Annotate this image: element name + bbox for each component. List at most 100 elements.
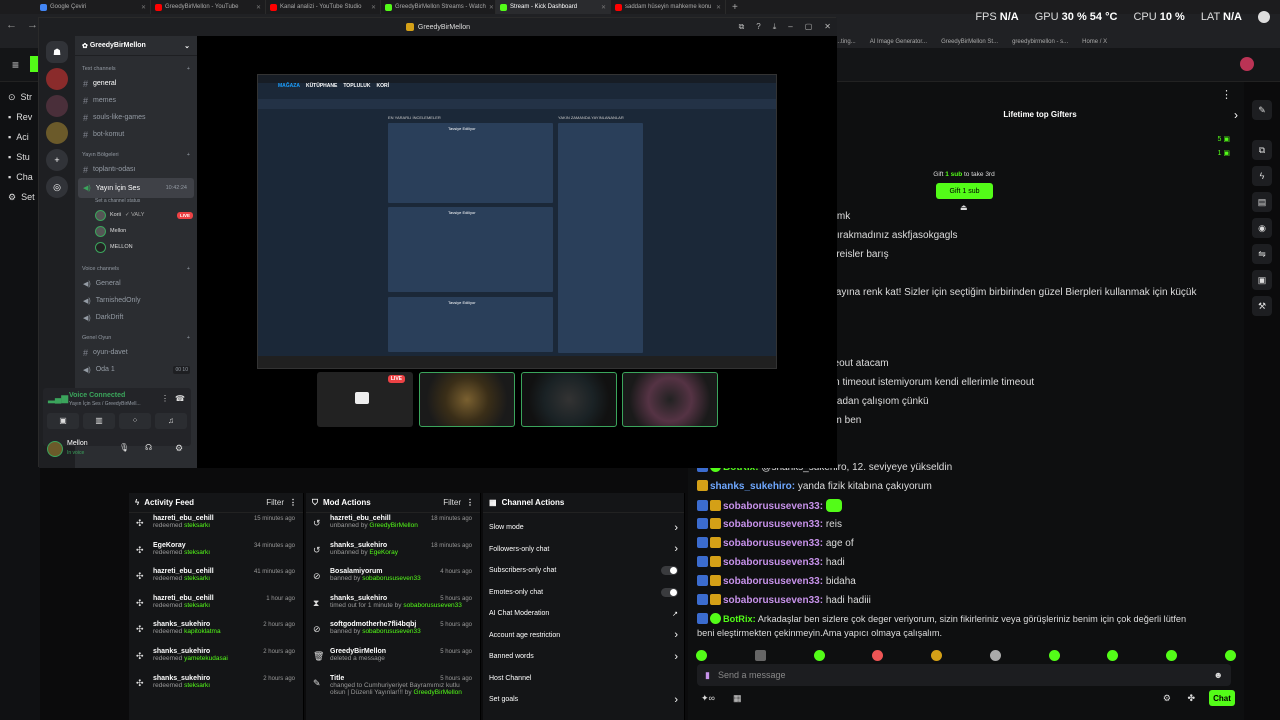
chat-username[interactable]: sobaborususeven33: (723, 595, 823, 606)
emote-icon[interactable] (872, 649, 884, 661)
chat-username[interactable]: sobaborususeven33: (723, 519, 823, 530)
mod-action-by[interactable]: sobaborususeven33 (362, 628, 421, 635)
emote-icon[interactable] (1166, 649, 1178, 661)
gift-sub-button[interactable]: Gift 1 sub (936, 183, 993, 199)
gear-icon[interactable]: ⚙ (175, 443, 183, 454)
channel-action-item[interactable]: Emotes-only chat (483, 582, 684, 604)
noise-icon[interactable]: ⋮ (161, 394, 169, 403)
steam-tab[interactable]: MAĞAZA (278, 83, 300, 89)
activity-item[interactable]: ✣ hazreti_ebu_cehill redeemed steksarkı 41 … (129, 566, 303, 593)
mic-icon[interactable]: 🎙 (119, 443, 129, 452)
channel-bot[interactable]: # bot-komut (75, 126, 197, 143)
link-icon[interactable]: ⇋ (1252, 244, 1272, 264)
chat-send-button[interactable]: Chat (1209, 690, 1235, 706)
server-icon[interactable] (46, 122, 68, 144)
explore-icon[interactable]: ◎ (46, 176, 68, 198)
gear-icon[interactable]: ⚙ (1163, 693, 1171, 704)
activity-item[interactable]: ✣ shanks_sukehiro redeemed kapitoklatma 2 h… (129, 619, 303, 646)
activity-item[interactable]: ✣ hazreti_ebu_cehill redeemed steksarkı 1 h… (129, 593, 303, 620)
message-input[interactable]: ▮ Send a message ☻ (697, 664, 1231, 686)
mod-action-by[interactable]: sobaborususeven33 (362, 575, 421, 582)
avatar[interactable] (47, 441, 63, 457)
channel-action-item[interactable]: AI Chat Moderation ↗ (483, 603, 684, 625)
participant-tile[interactable] (419, 372, 515, 427)
bookmark[interactable]: GreedyBirMellon St... (941, 39, 998, 45)
channel-general[interactable]: # general (75, 75, 197, 92)
points-icon[interactable]: ✦∞ (701, 693, 715, 704)
stream-tile-live[interactable]: LIVE (317, 372, 413, 427)
server-header[interactable]: ✿ GreedyBirMellon ⌄ (75, 36, 197, 56)
channel-action-item[interactable]: Banned words › (483, 646, 684, 668)
camera-off-icon[interactable]: ▣ (47, 413, 79, 429)
wrench-icon[interactable]: ⚒ (1252, 296, 1272, 316)
filter-button[interactable]: Filter (443, 498, 461, 507)
browser-tab[interactable]: Google Çeviri ✕ (36, 0, 151, 14)
activities-icon[interactable]: ⁘ (119, 413, 151, 429)
settings-dot-icon[interactable] (1258, 11, 1270, 23)
steam-tab[interactable]: TOPLULUK (343, 83, 370, 89)
channel-action-item[interactable]: Slow mode › (483, 517, 684, 539)
mod-action-item[interactable]: ↺ shanks_sukehiro unbanned by EgeKoray 18 m… (306, 540, 480, 567)
forward-icon[interactable]: → (27, 19, 38, 31)
participant-tile[interactable] (622, 372, 718, 427)
screenshare-view[interactable]: MAĞAZA KÜTÜPHANE TOPLULUK KORİ EN YARARL… (257, 74, 777, 369)
soundboard-icon[interactable]: ♫ (155, 413, 187, 429)
puzzle-icon[interactable]: ✤ (1187, 693, 1195, 704)
chat-username[interactable]: sobaborususeven33: (723, 557, 823, 568)
emote-icon[interactable] (931, 649, 943, 661)
mod-action-item[interactable]: ⧗ shanks_sukehiro timed out for 1 minute b… (306, 593, 480, 620)
avatar[interactable] (1240, 57, 1254, 71)
server-icon[interactable] (46, 68, 68, 90)
browser-tab[interactable]: Kanal analizi - YouTube Studio ✕ (266, 0, 381, 14)
close-icon[interactable]: ✕ (489, 4, 494, 11)
channel-action-item[interactable]: Set goals › (483, 689, 684, 711)
pin-icon[interactable]: ⏏ (960, 203, 968, 212)
new-tab-icon[interactable]: + (732, 2, 738, 13)
maximize-icon[interactable]: ▢ (805, 22, 813, 32)
voice-channel-oda[interactable]: ◀) Oda 1 00 10 (75, 361, 197, 378)
chat-username[interactable]: BotRix: (723, 614, 756, 624)
mic-icon[interactable]: ▮ (705, 670, 710, 681)
voice-user[interactable]: MELLON (75, 239, 197, 255)
channel-action-item[interactable]: Host Channel (483, 668, 684, 690)
mod-action-by[interactable]: GreedyBirMellon (413, 689, 461, 696)
browser-tab[interactable]: GreedyBirMellon Streams - Watch ✕ (381, 0, 496, 14)
more-icon[interactable]: ⋮ (466, 498, 474, 507)
screenshare-icon[interactable]: ▥ (83, 413, 115, 429)
activity-item[interactable]: ✣ EgeKoray redeemed steksarkı 34 minutes ag… (129, 540, 303, 567)
voice-channel[interactable]: ◀) TarnishedOnly (75, 292, 197, 309)
voice-status[interactable]: Set a channel status (75, 198, 197, 207)
emote-icon[interactable] (754, 649, 766, 661)
voice-user[interactable]: Mellon (75, 223, 197, 239)
mod-action-item[interactable]: ✎ Title changed to Cumhuriyeriyet Bayramım… (306, 673, 480, 700)
mod-action-item[interactable]: ↺ hazreti_ebu_cehill unbanned by GreedyBir… (306, 513, 480, 540)
menu-icon[interactable]: ≡ (12, 58, 19, 72)
category-text[interactable]: Text channels + (75, 62, 197, 75)
bookmark[interactable]: AI Image Generator... (870, 39, 927, 45)
channel-action-item[interactable]: Followers-only chat › (483, 539, 684, 561)
bookmark[interactable]: greedybirmellon - s... (1012, 39, 1068, 45)
help-icon[interactable]: ? (756, 22, 760, 32)
steam-tab[interactable]: KÜTÜPHANE (306, 83, 337, 89)
close-icon[interactable]: ✕ (256, 4, 261, 11)
category-voice[interactable]: Voice channels + (75, 262, 197, 275)
back-icon[interactable]: ← (6, 19, 17, 31)
download-icon[interactable]: ⤓ (773, 22, 777, 32)
save-icon[interactable]: ▣ (1252, 270, 1272, 290)
toggle-switch[interactable] (661, 587, 678, 597)
voice-channel[interactable]: ◀) DarkDrift (75, 309, 197, 326)
emote-icon[interactable] (1224, 649, 1236, 661)
emote-icon[interactable] (989, 649, 1001, 661)
toggle-switch[interactable] (661, 566, 678, 576)
tool-icon[interactable]: ⧉ (1252, 140, 1272, 160)
chevron-right-icon[interactable]: › (1234, 108, 1238, 122)
emoji-icon[interactable]: ☻ (1214, 670, 1223, 680)
sidebar-item-stream[interactable]: ⊙ Str (8, 92, 32, 103)
filter-button[interactable]: Filter (266, 498, 284, 507)
voice-channel-active[interactable]: ◀) Yayın İçin Ses 10:42:24 (78, 178, 194, 198)
steam-tab[interactable]: KORİ (376, 83, 389, 89)
voice-user[interactable]: Korii ✓ VALY LIVE (75, 207, 197, 223)
mod-action-item[interactable]: ⊘ softgodmotherhe7fli4bqbj banned by sobab… (306, 619, 480, 646)
browser-tab[interactable]: GreedyBirMellon - YouTube ✕ (151, 0, 266, 14)
channel-action-item[interactable]: Subscribers-only chat (483, 560, 684, 582)
